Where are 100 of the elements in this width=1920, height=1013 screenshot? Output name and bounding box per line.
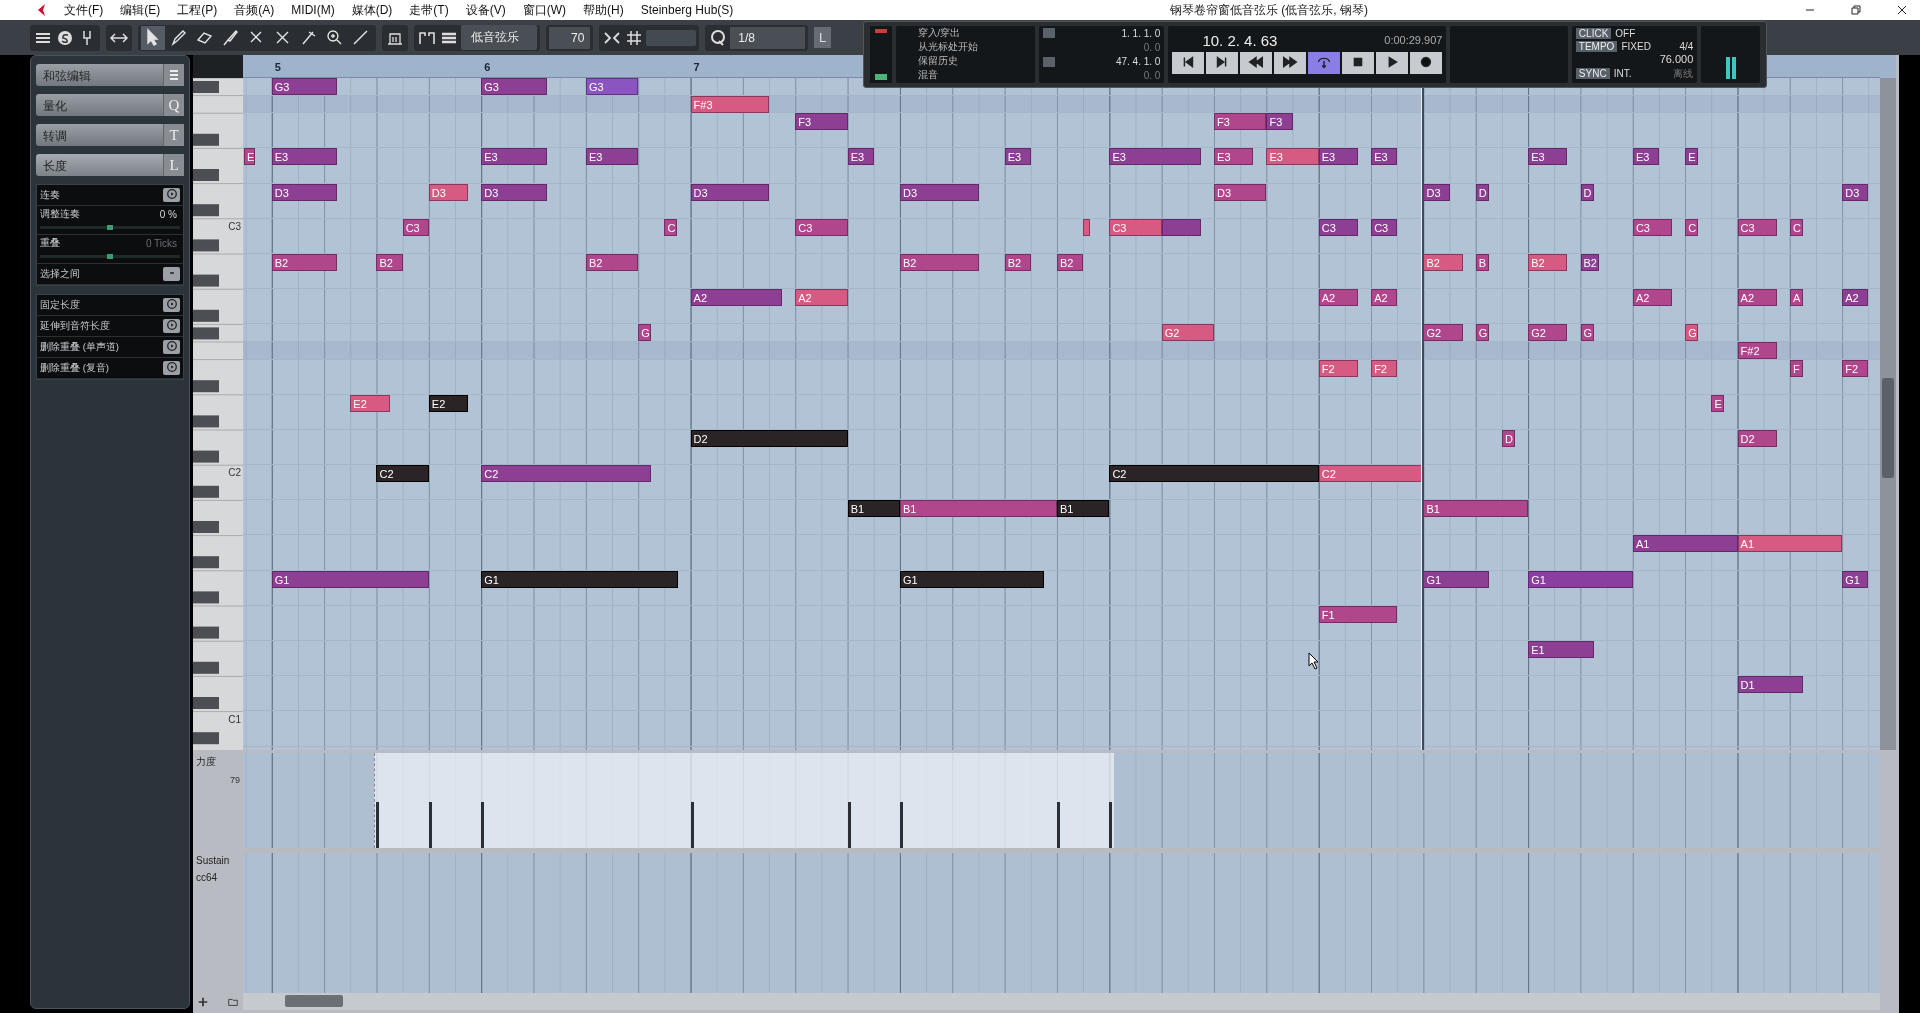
transport-option[interactable]: 从光标处开始 bbox=[917, 40, 1035, 54]
note[interactable]: F2 bbox=[1318, 359, 1359, 377]
left-locator-value[interactable]: 1. 1. 1. 0 bbox=[1058, 27, 1161, 39]
note[interactable]: F2 bbox=[1842, 359, 1869, 377]
velocity-bar[interactable] bbox=[1109, 802, 1113, 848]
note[interactable]: E3 bbox=[1214, 148, 1254, 166]
length-key[interactable]: L bbox=[814, 27, 832, 48]
menu-item[interactable]: 窗口(W) bbox=[522, 1, 566, 19]
note[interactable]: E bbox=[1685, 148, 1699, 166]
velocity-bar[interactable] bbox=[428, 802, 432, 848]
position-display[interactable]: 10. 2. 4. 63 bbox=[1172, 31, 1278, 49]
menu-item[interactable]: 设备(V) bbox=[465, 1, 506, 19]
note[interactable]: E3 bbox=[1528, 148, 1568, 166]
stop-button[interactable] bbox=[1342, 52, 1375, 74]
track-dropdown[interactable]: 低音弦乐 bbox=[461, 25, 537, 50]
apply-button[interactable] bbox=[163, 340, 180, 354]
right-locator-value[interactable]: 47. 4. 1. 0 bbox=[1058, 56, 1161, 68]
note[interactable]: E3 bbox=[1632, 148, 1660, 166]
note[interactable]: A2 bbox=[1318, 289, 1359, 307]
note-grid[interactable] bbox=[243, 78, 1880, 750]
transport-option[interactable]: 穿入/穿出 bbox=[917, 26, 1035, 40]
note[interactable]: B1 bbox=[900, 500, 1058, 518]
apply-button[interactable] bbox=[163, 298, 180, 312]
note[interactable]: G3 bbox=[481, 78, 547, 95]
note[interactable]: A bbox=[1789, 289, 1803, 307]
note[interactable]: G bbox=[638, 324, 652, 342]
insert-velocity-field[interactable]: 70 bbox=[549, 26, 591, 49]
note[interactable]: A2 bbox=[1371, 289, 1398, 307]
note[interactable]: E3 bbox=[585, 148, 639, 166]
note[interactable]: C2 bbox=[1318, 465, 1424, 483]
horizontal-scrollbar[interactable] bbox=[243, 993, 1880, 1010]
note[interactable]: F3 bbox=[795, 113, 848, 131]
menu-item[interactable]: 音频(A) bbox=[234, 1, 275, 19]
section-header[interactable]: 和弦编辑 bbox=[36, 64, 184, 86]
menu-item[interactable]: 走带(T) bbox=[409, 1, 449, 19]
right-locator-key[interactable] bbox=[1042, 56, 1055, 67]
note[interactable]: F bbox=[1789, 359, 1803, 377]
note[interactable]: G bbox=[1580, 324, 1594, 342]
time-display[interactable]: 0:00:29.907 bbox=[1384, 34, 1443, 46]
note[interactable]: A2 bbox=[1737, 289, 1777, 307]
note[interactable]: G3 bbox=[585, 78, 639, 95]
vertical-scrollbar[interactable] bbox=[1880, 78, 1896, 750]
note[interactable]: A2 bbox=[690, 289, 783, 307]
close-icon[interactable] bbox=[1896, 4, 1908, 16]
note[interactable]: E3 bbox=[1004, 148, 1031, 166]
note[interactable]: D1 bbox=[1737, 676, 1803, 694]
pre-roll-value[interactable]: 0. 0 bbox=[1058, 41, 1161, 53]
menu-item[interactable]: Steinberg Hub(S) bbox=[640, 3, 734, 17]
rewind-button[interactable] bbox=[1240, 52, 1273, 74]
value-field[interactable]: 0 % bbox=[156, 209, 180, 220]
record-button[interactable] bbox=[1410, 52, 1443, 74]
to-end-button[interactable] bbox=[1206, 52, 1239, 74]
note[interactable] bbox=[1083, 218, 1090, 236]
piano-keyboard[interactable]: C3 C2 C1 bbox=[193, 78, 243, 750]
note[interactable]: G2 bbox=[1528, 324, 1568, 342]
quantize-dropdown[interactable]: 1/8 bbox=[730, 26, 806, 49]
note[interactable]: E3 bbox=[1371, 148, 1398, 166]
note[interactable]: E3 bbox=[271, 148, 338, 166]
menu-item[interactable]: 文件(F) bbox=[64, 1, 104, 19]
note[interactable]: E1 bbox=[1528, 641, 1594, 658]
velocity-bar[interactable] bbox=[690, 802, 694, 848]
apply-button[interactable] bbox=[163, 319, 180, 333]
menu-item[interactable]: 帮助(H) bbox=[583, 1, 624, 19]
play-button[interactable] bbox=[1376, 52, 1409, 74]
click-button[interactable]: CLICK bbox=[1575, 28, 1612, 39]
note[interactable]: B1 bbox=[1057, 500, 1110, 518]
note[interactable]: B1 bbox=[1423, 500, 1529, 518]
note[interactable]: G bbox=[1475, 324, 1489, 342]
velocity-bar[interactable] bbox=[1057, 802, 1061, 848]
note[interactable]: A1 bbox=[1632, 535, 1738, 553]
restore-icon[interactable] bbox=[1850, 4, 1862, 16]
note[interactable]: E3 bbox=[1266, 148, 1319, 166]
transport-option[interactable]: 保留历史 bbox=[917, 55, 1035, 69]
note[interactable]: C2 bbox=[1109, 465, 1319, 483]
note[interactable]: G2 bbox=[1161, 324, 1215, 342]
note[interactable]: A2 bbox=[795, 289, 848, 307]
velocity-bar[interactable] bbox=[481, 802, 485, 848]
menu-item[interactable]: MIDI(M) bbox=[291, 3, 335, 17]
select-tool-button[interactable] bbox=[141, 25, 165, 50]
note[interactable]: G2 bbox=[1423, 324, 1463, 342]
note[interactable]: F3 bbox=[1214, 113, 1267, 131]
note[interactable]: A2 bbox=[1842, 289, 1869, 307]
note[interactable]: G bbox=[1685, 324, 1699, 342]
transport-option[interactable]: 混音 bbox=[917, 69, 1035, 83]
note[interactable]: E bbox=[244, 148, 255, 166]
note[interactable]: E3 bbox=[1318, 148, 1359, 166]
velocity-bar[interactable] bbox=[376, 802, 380, 848]
note[interactable]: E3 bbox=[481, 148, 547, 166]
section-header[interactable]: 长度 L bbox=[36, 154, 184, 176]
forward-button[interactable] bbox=[1274, 52, 1307, 74]
apply-button[interactable] bbox=[163, 188, 180, 202]
note[interactable]: C2 bbox=[481, 465, 652, 483]
add-lane-icon[interactable] bbox=[197, 995, 209, 1008]
sync-button[interactable]: SYNC bbox=[1575, 68, 1610, 80]
note[interactable]: G3 bbox=[271, 78, 338, 95]
slider-thumb[interactable] bbox=[107, 225, 113, 230]
note[interactable]: F3 bbox=[1266, 113, 1293, 131]
scrollbar-thumb[interactable] bbox=[1882, 378, 1894, 478]
note[interactable]: C2 bbox=[376, 465, 429, 483]
section-header[interactable]: 转调 T bbox=[36, 124, 184, 146]
